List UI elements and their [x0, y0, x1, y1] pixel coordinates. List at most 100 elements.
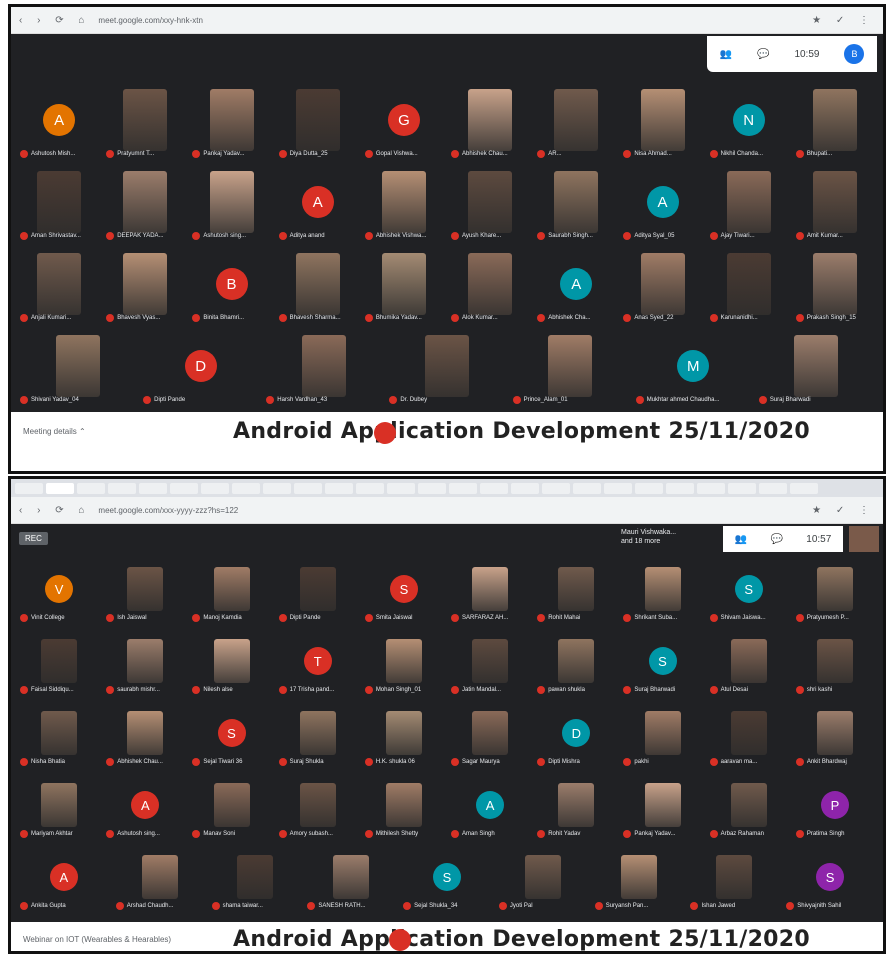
participant-tile[interactable]: Ish Jaiswal — [103, 554, 187, 624]
self-view-thumbnail[interactable] — [849, 526, 879, 552]
participant-tile[interactable]: B Binita Bhamri... — [189, 244, 273, 324]
nav-icons[interactable]: ‹ › ⟳ ⌂ — [19, 505, 90, 516]
browser-tab[interactable] — [108, 482, 136, 494]
participant-tile[interactable]: SARFARAZ AH... — [448, 554, 532, 624]
participant-tile[interactable]: Mariyam Akhtar — [17, 770, 101, 840]
browser-tab[interactable] — [418, 482, 446, 494]
meeting-details-link[interactable]: Meeting details ⌃ — [11, 427, 233, 436]
participant-tile[interactable]: shri kashi — [793, 626, 877, 696]
participant-tile[interactable]: Amory subash... — [276, 770, 360, 840]
browser-tab[interactable] — [387, 482, 415, 494]
participant-tile[interactable]: Saurabh Singh... — [534, 162, 618, 242]
participant-tile[interactable]: Mohan Singh_01 — [362, 626, 446, 696]
participant-tile[interactable]: A Ankita Gupta — [17, 842, 111, 912]
participant-tile[interactable]: pakhi — [620, 698, 704, 768]
participant-tile[interactable]: Suraj Bharwadi — [756, 326, 877, 406]
participant-tile[interactable]: A Aditya anand — [276, 162, 360, 242]
participant-tile[interactable]: Abhishek Chau... — [448, 80, 532, 160]
participant-tile[interactable]: Ayush Khare... — [448, 162, 532, 242]
participant-tile[interactable]: Anas Syed_22 — [620, 244, 704, 324]
participant-tile[interactable]: S Smita Jaiswal — [362, 554, 446, 624]
participant-tile[interactable]: AR... — [534, 80, 618, 160]
participant-tile[interactable]: G Gopal Vishwa... — [362, 80, 446, 160]
participant-tile[interactable]: Prakash Singh_15 — [793, 244, 877, 324]
participant-tile[interactable]: aaravan ma... — [707, 698, 791, 768]
address-bar[interactable]: meet.google.com/xxx-yyyy-zzz?hs=122 — [98, 506, 804, 515]
participant-tile[interactable]: SANESH RATH... — [304, 842, 398, 912]
participant-tile[interactable]: S Sejal Tiwari 36 — [189, 698, 273, 768]
participant-tile[interactable]: Ashutosh sing... — [189, 162, 273, 242]
browser-tab[interactable] — [449, 482, 477, 494]
participant-tile[interactable]: Rohit Mahai — [534, 554, 618, 624]
participant-tile[interactable]: D Dipti Pande — [140, 326, 261, 406]
browser-tab[interactable] — [139, 482, 167, 494]
browser-tab[interactable] — [170, 482, 198, 494]
participant-tile[interactable]: Suraj Shukla — [276, 698, 360, 768]
participant-tile[interactable]: shama taiwar... — [209, 842, 303, 912]
participant-tile[interactable]: H.K. shukla 06 — [362, 698, 446, 768]
people-icon[interactable]: 👥 — [720, 49, 732, 60]
extension-icons[interactable]: ★ ✓ ⋮ — [812, 15, 875, 26]
participant-tile[interactable]: S Shivyajnith Sahil — [783, 842, 877, 912]
browser-tab[interactable] — [15, 482, 43, 494]
participant-tile[interactable]: Faisal Siddiqu... — [17, 626, 101, 696]
participant-tile[interactable]: Pankaj Yadav... — [620, 770, 704, 840]
participant-tile[interactable]: Dr. Dubey — [386, 326, 507, 406]
participant-tile[interactable]: S Shivam Jaiswa... — [707, 554, 791, 624]
participant-tile[interactable]: Shivani Yadav_04 — [17, 326, 138, 406]
participant-tile[interactable]: DEEPAK YADA... — [103, 162, 187, 242]
participant-tile[interactable]: Anjali Kumari... — [17, 244, 101, 324]
participant-tile[interactable]: Diya Dutta_25 — [276, 80, 360, 160]
participant-tile[interactable]: A Aman Singh — [448, 770, 532, 840]
participant-tile[interactable]: Sagar Maurya — [448, 698, 532, 768]
participant-tile[interactable]: Nisa Ahmad... — [620, 80, 704, 160]
participant-tile[interactable]: Manoj Kamdia — [189, 554, 273, 624]
participant-tile[interactable]: Arbaz Rahaman — [707, 770, 791, 840]
participant-tile[interactable]: Jatin Mandal... — [448, 626, 532, 696]
address-bar[interactable]: meet.google.com/xxy-hnk-xtn — [98, 16, 804, 25]
participant-tile[interactable]: Dipti Pande — [276, 554, 360, 624]
participant-tile[interactable]: Mithilesh Shetty — [362, 770, 446, 840]
participant-tile[interactable]: Pratyumnt T... — [103, 80, 187, 160]
participant-tile[interactable]: Bhumika Yadav... — [362, 244, 446, 324]
participant-tile[interactable]: Bhupati... — [793, 80, 877, 160]
browser-tab[interactable] — [356, 482, 384, 494]
browser-tab[interactable] — [77, 482, 105, 494]
participant-tile[interactable]: Nisha Bhatia — [17, 698, 101, 768]
participant-tile[interactable]: T 17 Trisha pand... — [276, 626, 360, 696]
participant-tile[interactable]: Prince_Alam_01 — [510, 326, 631, 406]
participant-tile[interactable]: Harsh Vardhan_43 — [263, 326, 384, 406]
browser-tab[interactable] — [666, 482, 694, 494]
browser-tab[interactable] — [294, 482, 322, 494]
participant-tile[interactable]: Suryansh Pan... — [592, 842, 686, 912]
browser-tab[interactable] — [635, 482, 663, 494]
participant-tile[interactable]: A Aditya Syal_05 — [620, 162, 704, 242]
participant-tile[interactable]: Alok Kumar... — [448, 244, 532, 324]
participant-tile[interactable]: Nilesh alse — [189, 626, 273, 696]
participant-tile[interactable]: S Sejal Shukla_34 — [400, 842, 494, 912]
participant-tile[interactable]: Karunanidhi... — [707, 244, 791, 324]
participant-tile[interactable]: Ishan Jawed — [687, 842, 781, 912]
nav-icons[interactable]: ‹ › ⟳ ⌂ — [19, 15, 90, 26]
browser-tab[interactable] — [201, 482, 229, 494]
participant-tile[interactable]: Jyoti Pal — [496, 842, 590, 912]
participant-tile[interactable]: Bhavesh Vyas... — [103, 244, 187, 324]
browser-tab[interactable] — [511, 482, 539, 494]
participant-tile[interactable]: N Nikhil Chanda... — [707, 80, 791, 160]
participant-tile[interactable]: Pankaj Yadav... — [189, 80, 273, 160]
browser-tab[interactable] — [573, 482, 601, 494]
browser-tab[interactable] — [325, 482, 353, 494]
participant-tile[interactable]: saurabh mishr... — [103, 626, 187, 696]
participant-tile[interactable]: A Ashutosh sing... — [103, 770, 187, 840]
participant-tile[interactable]: Rohit Yadav — [534, 770, 618, 840]
participant-tile[interactable]: Shrikant Suba... — [620, 554, 704, 624]
participant-tile[interactable]: A Abhishek Cha... — [534, 244, 618, 324]
extension-icons[interactable]: ★ ✓ ⋮ — [812, 505, 875, 516]
participant-tile[interactable]: S Suraj Bharwadi — [620, 626, 704, 696]
participant-tile[interactable]: Pratyumesh P... — [793, 554, 877, 624]
chat-icon[interactable]: 💬 — [757, 49, 769, 60]
participant-tile[interactable]: V Vinit College — [17, 554, 101, 624]
browser-tab[interactable] — [697, 482, 725, 494]
participant-tile[interactable]: A Ashutosh Mish... — [17, 80, 101, 160]
people-icon[interactable]: 👥 — [735, 534, 747, 545]
